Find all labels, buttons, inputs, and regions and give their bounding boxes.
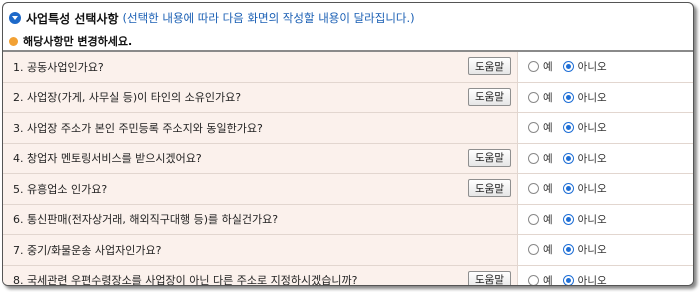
radio-option-no[interactable]: 아니오 [562,120,607,135]
question-text: 7. 중기/화물운송 사업자인가요? [13,243,162,257]
radio-option-yes[interactable]: 예 [528,59,553,74]
radio-option-no[interactable]: 아니오 [562,242,607,257]
question-text: 4. 창업자 멘토링서비스를 받으시겠어요? [13,152,202,166]
radio-label-no: 아니오 [577,213,607,226]
answer-cell: 예 아니오 [518,82,693,112]
radio-yes[interactable] [528,183,539,195]
question-cell: 4. 창업자 멘토링서비스를 받으시겠어요? 도움말 [3,143,518,173]
radio-label-no: 아니오 [577,152,607,165]
radio-label-no: 아니오 [577,274,607,286]
chevron-down-circle-icon [9,12,21,24]
notice: 해당사항만 변경하세요. [9,33,132,49]
radio-yes[interactable] [528,91,539,103]
radio-option-no[interactable]: 아니오 [562,273,607,286]
radio-option-yes[interactable]: 예 [528,90,553,105]
question-text: 5. 유흥업소 인가요? [13,182,108,196]
question-cell: 6. 통신판매(전자상거래, 해외직구대행 등)를 하실건가요? [3,204,518,234]
section-title: 사업특성 선택사항 [26,11,119,26]
section-header: 사업특성 선택사항 (선택한 내용에 따라 다음 화면의 작성할 내용이 달라집… [9,9,415,27]
radio-no[interactable] [562,91,574,103]
radio-label-no: 아니오 [577,244,607,257]
radio-label-yes: 예 [543,244,553,257]
answer-cell: 예 아니오 [518,143,693,173]
help-button[interactable]: 도움말 [468,179,511,197]
business-options-panel: 사업특성 선택사항 (선택한 내용에 따라 다음 화면의 작성할 내용이 달라집… [2,2,694,286]
question-cell: 2. 사업장(가게, 사무실 등)이 타인의 소유인가요? 도움말 [3,82,518,112]
question-row: 8. 국세관련 우편수령장소를 사업장이 아닌 다른 주소로 지정하시겠습니까?… [3,265,693,286]
radio-option-no[interactable]: 아니오 [562,59,607,74]
question-row: 2. 사업장(가게, 사무실 등)이 타인의 소유인가요? 도움말 예 아니오 [3,82,693,113]
radio-label-yes: 예 [543,91,553,104]
radio-label-yes: 예 [543,274,553,286]
question-text: 6. 통신판매(전자상거래, 해외직구대행 등)를 하실건가요? [13,213,279,227]
question-row: 7. 중기/화물운송 사업자인가요? 예 아니오 [3,235,693,266]
radio-option-yes[interactable]: 예 [528,273,553,286]
answer-cell: 예 아니오 [518,235,693,265]
help-button[interactable]: 도움말 [468,57,511,75]
radio-yes[interactable] [528,152,539,164]
radio-option-yes[interactable]: 예 [528,181,553,196]
question-row: 1. 공동사업인가요? 도움말 예 아니오 [3,52,693,83]
help-button[interactable]: 도움말 [468,87,511,106]
radio-yes[interactable] [528,61,539,73]
radio-label-yes: 예 [543,61,553,74]
radio-no[interactable] [562,152,574,164]
radio-label-yes: 예 [543,152,553,165]
answer-cell: 예 아니오 [518,265,693,286]
question-row: 4. 창업자 멘토링서비스를 받으시겠어요? 도움말 예 아니오 [3,143,693,174]
radio-yes[interactable] [528,122,539,134]
radio-no[interactable] [562,244,574,256]
radio-option-yes[interactable]: 예 [528,212,553,227]
radio-yes[interactable] [528,213,539,225]
radio-label-no: 아니오 [577,61,607,74]
question-cell: 8. 국세관련 우편수령장소를 사업장이 아닌 다른 주소로 지정하시겠습니까?… [3,265,518,286]
radio-option-yes[interactable]: 예 [528,151,553,166]
help-button[interactable]: 도움말 [468,270,511,285]
question-cell: 7. 중기/화물운송 사업자인가요? [3,235,518,265]
help-button[interactable]: 도움말 [468,148,511,167]
radio-label-no: 아니오 [577,183,607,196]
section-note: (선택한 내용에 따라 다음 화면의 작성할 내용이 달라집니다.) [122,11,415,25]
answer-cell: 예 아니오 [518,52,693,82]
radio-label-yes: 예 [543,213,553,226]
radio-no[interactable] [562,122,574,134]
radio-yes[interactable] [528,244,539,256]
question-cell: 5. 유흥업소 인가요? 도움말 [3,174,518,204]
answer-cell: 예 아니오 [518,204,693,234]
radio-no[interactable] [562,213,574,225]
radio-option-no[interactable]: 아니오 [562,90,607,105]
radio-yes[interactable] [528,274,539,285]
question-text: 8. 국세관련 우편수령장소를 사업장이 아닌 다른 주소로 지정하시겠습니까? [13,274,358,286]
question-table: 1. 공동사업인가요? 도움말 예 아니오 2. 사업장(가게, 사무실 등)이 타인의… [3,50,693,286]
radio-option-no[interactable]: 아니오 [562,151,607,166]
radio-option-yes[interactable]: 예 [528,242,553,257]
answer-cell: 예 아니오 [518,113,693,143]
radio-label-no: 아니오 [577,122,607,135]
question-row: 6. 통신판매(전자상거래, 해외직구대행 등)를 하실건가요? 예 아니오 [3,204,693,235]
radio-option-no[interactable]: 아니오 [562,212,607,227]
question-cell: 1. 공동사업인가요? 도움말 [3,52,518,82]
radio-option-no[interactable]: 아니오 [562,181,607,196]
radio-option-yes[interactable]: 예 [528,120,553,135]
radio-label-yes: 예 [543,122,553,135]
question-cell: 3. 사업장 주소가 본인 주민등록 주소지와 동일한가요? [3,113,518,143]
question-text: 1. 공동사업인가요? [13,60,104,74]
answer-cell: 예 아니오 [518,174,693,204]
bullet-icon [9,36,18,46]
radio-no[interactable] [562,183,574,195]
question-text: 3. 사업장 주소가 본인 주민등록 주소지와 동일한가요? [13,121,263,135]
radio-no[interactable] [562,274,574,285]
radio-label-no: 아니오 [577,91,607,104]
question-text: 2. 사업장(가게, 사무실 등)이 타인의 소유인가요? [13,91,242,105]
question-row: 5. 유흥업소 인가요? 도움말 예 아니오 [3,174,693,205]
notice-text: 해당사항만 변경하세요. [23,35,133,48]
question-row: 3. 사업장 주소가 본인 주민등록 주소지와 동일한가요? 예 아니오 [3,113,693,144]
radio-no[interactable] [562,61,574,73]
radio-label-yes: 예 [543,183,553,196]
